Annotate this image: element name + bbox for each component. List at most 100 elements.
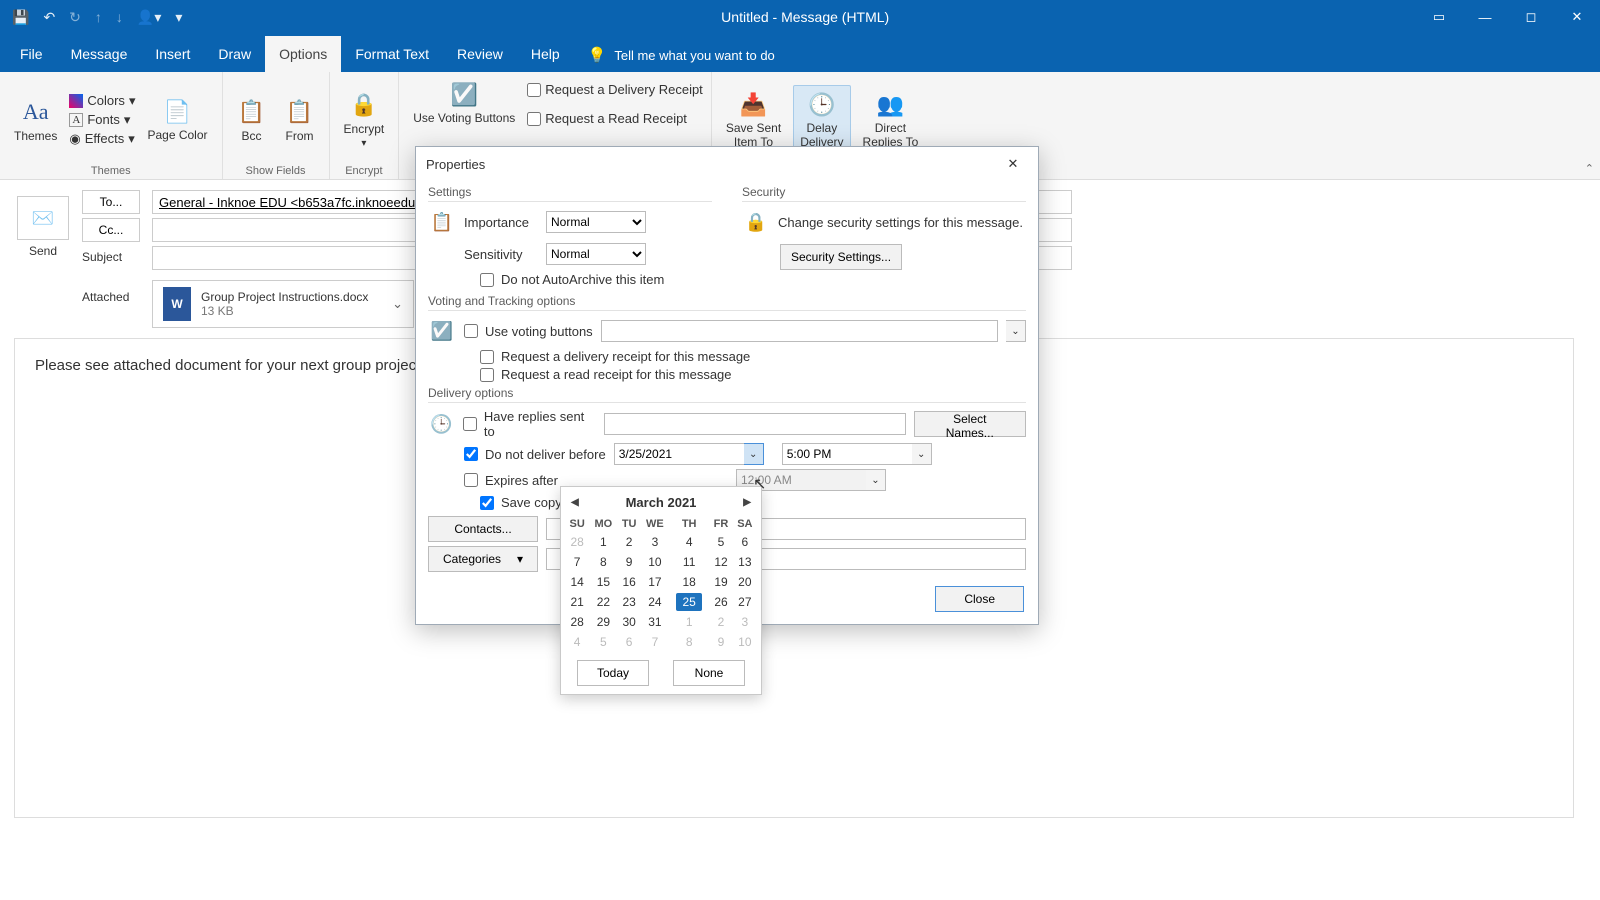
- calendar-day[interactable]: 7: [641, 632, 669, 652]
- colors-button[interactable]: Colors ▾: [69, 93, 135, 109]
- calendar-day[interactable]: 8: [589, 552, 617, 572]
- calendar-day[interactable]: 14: [565, 572, 589, 592]
- chevron-down-icon[interactable]: ⌄: [392, 296, 403, 312]
- deliver-time-input[interactable]: [782, 443, 912, 465]
- tab-review[interactable]: Review: [443, 36, 517, 72]
- prev-month-button[interactable]: ◀: [571, 497, 579, 508]
- send-button[interactable]: ✉️: [17, 196, 69, 240]
- calendar-day[interactable]: 1: [669, 612, 709, 632]
- save-icon[interactable]: 💾: [12, 9, 29, 26]
- calendar-day[interactable]: 13: [733, 552, 757, 572]
- effects-button[interactable]: ◉Effects ▾: [69, 131, 135, 147]
- calendar-day[interactable]: 15: [589, 572, 617, 592]
- themes-button[interactable]: Aa Themes: [8, 93, 63, 147]
- collapse-ribbon-icon[interactable]: ⌃: [1585, 162, 1594, 175]
- calendar-day[interactable]: 9: [617, 552, 640, 572]
- do-not-deliver-check[interactable]: Do not deliver before: [464, 447, 606, 462]
- calendar-day[interactable]: 20: [733, 572, 757, 592]
- delay-delivery-button[interactable]: 🕒Delay Delivery: [793, 85, 850, 153]
- qat-more-icon[interactable]: ▾: [175, 9, 182, 26]
- close-button[interactable]: Close: [935, 586, 1024, 612]
- expires-after-check[interactable]: Expires after: [464, 473, 558, 488]
- tab-insert[interactable]: Insert: [141, 36, 204, 72]
- tab-options[interactable]: Options: [265, 36, 341, 72]
- dialog-close-button[interactable]: ✕: [998, 152, 1028, 176]
- calendar-day[interactable]: 7: [565, 552, 589, 572]
- calendar-day[interactable]: 18: [669, 572, 709, 592]
- ribbon-display-icon[interactable]: ▭: [1416, 0, 1462, 34]
- dlg-delivery-receipt-check[interactable]: Request a delivery receipt for this mess…: [480, 349, 1026, 364]
- calendar-day[interactable]: 1: [589, 532, 617, 552]
- cc-button[interactable]: Cc...: [82, 218, 140, 242]
- calendar-day[interactable]: 4: [669, 532, 709, 552]
- calendar-day[interactable]: 6: [617, 632, 640, 652]
- security-settings-button[interactable]: Security Settings...: [780, 244, 902, 270]
- to-button[interactable]: To...: [82, 190, 140, 214]
- sensitivity-select[interactable]: Normal: [546, 243, 646, 265]
- calendar-day[interactable]: 28: [565, 612, 589, 632]
- fonts-button[interactable]: AFonts ▾: [69, 112, 135, 128]
- calendar-day[interactable]: 11: [669, 552, 709, 572]
- tab-help[interactable]: Help: [517, 36, 574, 72]
- maximize-button[interactable]: ◻: [1508, 0, 1554, 34]
- have-replies-input[interactable]: [604, 413, 906, 435]
- calendar-day[interactable]: 16: [617, 572, 640, 592]
- tab-message[interactable]: Message: [57, 36, 142, 72]
- tab-draw[interactable]: Draw: [204, 36, 265, 72]
- encrypt-button[interactable]: 🔒Encrypt▾: [338, 86, 391, 153]
- voting-options-input[interactable]: [601, 320, 998, 342]
- read-receipt-check[interactable]: Request a Read Receipt: [527, 109, 703, 128]
- calendar-day[interactable]: 19: [709, 572, 732, 592]
- select-names-button[interactable]: Select Names...: [914, 411, 1026, 437]
- calendar-day[interactable]: 3: [733, 612, 757, 632]
- calendar-day[interactable]: 17: [641, 572, 669, 592]
- undo-icon[interactable]: ↶: [43, 9, 55, 26]
- calendar-day[interactable]: 30: [617, 612, 640, 632]
- calendar-day[interactable]: 2: [709, 612, 732, 632]
- calendar-day[interactable]: 3: [641, 532, 669, 552]
- calendar-day[interactable]: 29: [589, 612, 617, 632]
- page-color-button[interactable]: 📄 Page Color: [141, 93, 213, 146]
- calendar-day[interactable]: 28: [565, 532, 589, 552]
- person-icon[interactable]: 👤▾: [137, 9, 161, 26]
- from-button[interactable]: 📋From: [279, 93, 321, 147]
- save-sent-button[interactable]: 📥Save Sent Item To: [720, 86, 787, 152]
- minimize-button[interactable]: —: [1462, 0, 1508, 34]
- tab-file[interactable]: File: [6, 36, 57, 72]
- dlg-read-receipt-check[interactable]: Request a read receipt for this message: [480, 367, 1026, 382]
- deliver-time-dropdown[interactable]: ⌄: [912, 443, 932, 465]
- redo-icon[interactable]: ↻: [69, 9, 81, 26]
- today-button[interactable]: Today: [577, 660, 649, 686]
- calendar-day[interactable]: 4: [565, 632, 589, 652]
- voting-button[interactable]: ☑️Use Voting Buttons: [407, 76, 521, 129]
- have-replies-check[interactable]: Have replies sent to: [463, 409, 595, 439]
- calendar-day[interactable]: 6: [733, 532, 757, 552]
- contacts-button[interactable]: Contacts...: [428, 516, 538, 542]
- calendar-day[interactable]: 23: [617, 592, 640, 612]
- voting-dropdown[interactable]: ⌄: [1006, 320, 1026, 342]
- calendar-day[interactable]: 24: [641, 592, 669, 612]
- calendar-day[interactable]: 26: [709, 592, 732, 612]
- calendar-day[interactable]: 10: [733, 632, 757, 652]
- up-icon[interactable]: ↑: [95, 9, 102, 25]
- tab-format-text[interactable]: Format Text: [341, 36, 443, 72]
- categories-button[interactable]: Categories▾: [428, 546, 538, 572]
- deliver-date-dropdown[interactable]: ⌄: [744, 443, 764, 465]
- none-button[interactable]: None: [673, 660, 745, 686]
- calendar-day[interactable]: 9: [709, 632, 732, 652]
- calendar-day[interactable]: 2: [617, 532, 640, 552]
- delivery-receipt-check[interactable]: Request a Delivery Receipt: [527, 80, 703, 99]
- calendar-day[interactable]: 31: [641, 612, 669, 632]
- calendar-day[interactable]: 8: [669, 632, 709, 652]
- autoarchive-check[interactable]: Do not AutoArchive this item: [480, 272, 712, 287]
- close-window-button[interactable]: ✕: [1554, 0, 1600, 34]
- use-voting-check[interactable]: Use voting buttons: [464, 324, 593, 339]
- next-month-button[interactable]: ▶: [743, 497, 751, 508]
- tell-me[interactable]: 💡 Tell me what you want to do: [574, 46, 789, 72]
- bcc-button[interactable]: 📋Bcc: [231, 93, 273, 147]
- calendar-day[interactable]: 12: [709, 552, 732, 572]
- calendar-day[interactable]: 22: [589, 592, 617, 612]
- calendar-day[interactable]: 21: [565, 592, 589, 612]
- calendar-day[interactable]: 27: [733, 592, 757, 612]
- direct-replies-button[interactable]: 👥Direct Replies To: [857, 86, 925, 152]
